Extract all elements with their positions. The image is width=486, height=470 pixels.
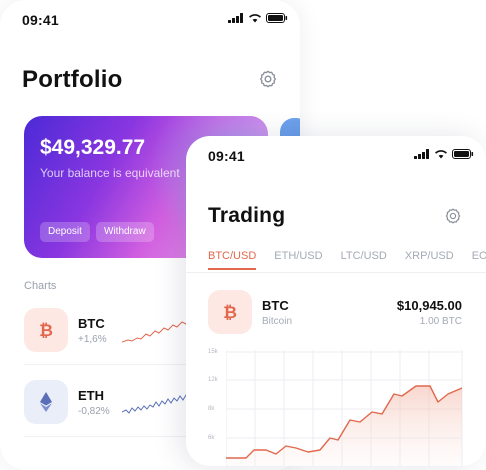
trading-screen: 09:41 Trading BTC/USD ETH/USD LTC/USD XRP/U… — [186, 136, 486, 466]
status-time: 09:41 — [208, 148, 245, 164]
charts-section-label: Charts — [24, 280, 57, 292]
coin-change: -0,82% — [78, 406, 110, 417]
price-area — [226, 386, 462, 466]
wifi-icon — [249, 14, 261, 23]
gear-icon[interactable] — [444, 207, 462, 225]
tab-eth-usd[interactable]: ETH/USD — [274, 250, 322, 268]
y-axis-label: 15k — [208, 349, 218, 355]
price-chart[interactable] — [226, 350, 466, 466]
status-bar: 09:41 — [186, 136, 486, 176]
coin-symbol: BTC — [78, 316, 105, 331]
coin-price: $10,945.00 — [396, 298, 462, 313]
pair-tabs: BTC/USD ETH/USD LTC/USD XRP/USD EOS — [208, 250, 486, 270]
battery-icon — [452, 149, 474, 159]
coin-change: +1,6% — [78, 334, 107, 345]
status-icons — [228, 13, 288, 23]
tab-xrp-usd[interactable]: XRP/USD — [405, 250, 454, 268]
bitcoin-icon: ₿ — [208, 290, 252, 334]
deposit-button[interactable]: Deposit — [40, 222, 90, 242]
gear-icon[interactable] — [258, 69, 278, 89]
coin-name: Bitcoin — [262, 316, 293, 327]
y-axis-label: 12k — [208, 377, 218, 383]
coin-symbol: ETH — [78, 388, 104, 403]
withdraw-button[interactable]: Withdraw — [96, 222, 154, 242]
battery-icon — [266, 13, 288, 23]
y-axis-label: 6k — [208, 435, 215, 441]
bitcoin-icon: ₿ — [24, 308, 68, 352]
svg-text:₿: ₿ — [39, 321, 53, 341]
status-icons — [414, 149, 474, 159]
signal-icon — [228, 13, 243, 23]
wifi-icon — [435, 150, 447, 159]
status-bar: 09:41 — [0, 0, 300, 40]
page-title: Trading — [208, 204, 286, 227]
tab-eos[interactable]: EOS — [472, 250, 486, 268]
svg-text:₿: ₿ — [223, 303, 237, 323]
balance-amount: $49,329.77 — [40, 136, 146, 159]
status-time: 09:41 — [22, 12, 59, 28]
signal-icon — [414, 149, 429, 159]
tab-ltc-usd[interactable]: LTC/USD — [341, 250, 387, 268]
y-axis-label: 8k — [208, 406, 215, 412]
tabs-divider — [186, 272, 486, 273]
coin-symbol: BTC — [262, 298, 289, 313]
tab-btc-usd[interactable]: BTC/USD — [208, 250, 257, 270]
balance-caption: Your balance is equivalent — [40, 166, 180, 180]
page-title: Portfolio — [22, 66, 123, 93]
coin-amount: 1.00 BTC — [419, 316, 462, 327]
ethereum-icon — [24, 380, 68, 424]
